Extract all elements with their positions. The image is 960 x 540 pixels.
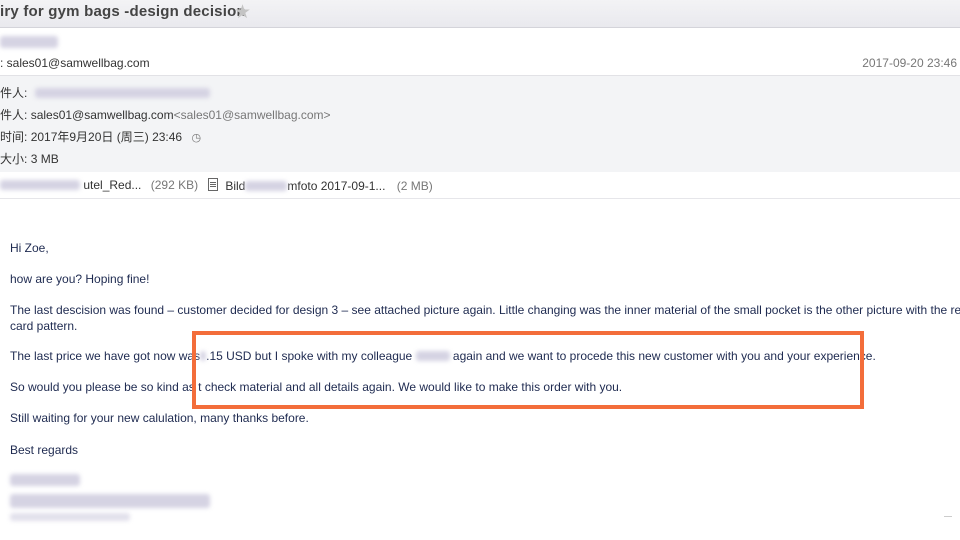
meta-recipient-label: 件人: bbox=[0, 86, 28, 100]
star-icon[interactable]: ★ bbox=[234, 1, 251, 24]
attachment-item[interactable]: utel_Red... (292 KB) bbox=[0, 178, 198, 192]
attachment-name[interactable]: utel_Red... bbox=[83, 178, 141, 192]
meta-time-label: 时间: bbox=[0, 130, 28, 144]
attachment-name-suffix[interactable]: mfoto 2017-09-1... bbox=[287, 179, 385, 193]
attachment-size: (2 MB) bbox=[396, 179, 433, 193]
meta-recipient-row: 件人: bbox=[0, 84, 210, 101]
body-greeting: Hi Zoe, bbox=[10, 241, 49, 255]
body-paragraph: Still waiting for your new calulation, m… bbox=[10, 411, 309, 425]
meta-from-email[interactable]: <sales01@samwellbag.com> bbox=[174, 108, 331, 122]
body-paragraph: The last descision was found – customer … bbox=[10, 303, 960, 333]
redacted-recipient bbox=[34, 88, 210, 98]
sender-email[interactable]: : sales01@samwellbag.com bbox=[0, 56, 150, 70]
meta-size-label: 大小: bbox=[0, 152, 28, 166]
meta-time-value: 2017年9月20日 (周三) 23:46 bbox=[30, 130, 183, 144]
body-text: The last price we have got now was bbox=[10, 349, 201, 363]
meta-from-name[interactable]: sales01@samwellbag.com bbox=[31, 108, 174, 122]
subject-bar: iry for gym bags -design decision ★ bbox=[0, 0, 960, 28]
redacted-sender-name bbox=[0, 36, 58, 48]
meta-from-label: 件人: bbox=[0, 108, 28, 122]
received-date: 2017-09-20 23:46 bbox=[862, 56, 957, 70]
email-subject: iry for gym bags -design decision bbox=[0, 3, 246, 20]
redacted-signature bbox=[10, 494, 210, 508]
attachment-name[interactable]: Bild bbox=[225, 179, 245, 193]
meta-time-row: 时间: 2017年9月20日 (周三) 23:46 ◷ bbox=[0, 128, 201, 145]
attachments-bar: utel_Red... (292 KB) Bild mfoto 2017-09-1… bbox=[0, 172, 960, 199]
document-icon bbox=[208, 178, 218, 191]
meta-from-row: 件人: sales01@samwellbag.com<sales01@samwe… bbox=[0, 106, 331, 123]
scrollbar-mark[interactable] bbox=[944, 516, 952, 517]
meta-size-value: 3 MB bbox=[30, 152, 59, 166]
attachment-size: (292 KB) bbox=[150, 178, 199, 192]
meta-size-row: 大小: 3 MB bbox=[0, 150, 59, 167]
body-paragraph: how are you? Hoping fine! bbox=[10, 272, 150, 286]
redacted-attachment-name bbox=[0, 180, 80, 190]
attachment-item[interactable]: Bild mfoto 2017-09-1... (2 MB) bbox=[208, 178, 433, 193]
email-meta: 件人: 件人: sales01@samwellbag.com<sales01@s… bbox=[0, 75, 960, 173]
body-text: So would you please be so kind as t bbox=[10, 380, 202, 394]
clock-icon[interactable]: ◷ bbox=[191, 131, 201, 144]
redacted-signature bbox=[10, 513, 130, 521]
redacted-attachment-name bbox=[245, 181, 288, 191]
body-closing: Best regards bbox=[10, 443, 79, 457]
redacted-signature bbox=[10, 474, 80, 486]
highlight-annotation-box bbox=[192, 331, 864, 409]
